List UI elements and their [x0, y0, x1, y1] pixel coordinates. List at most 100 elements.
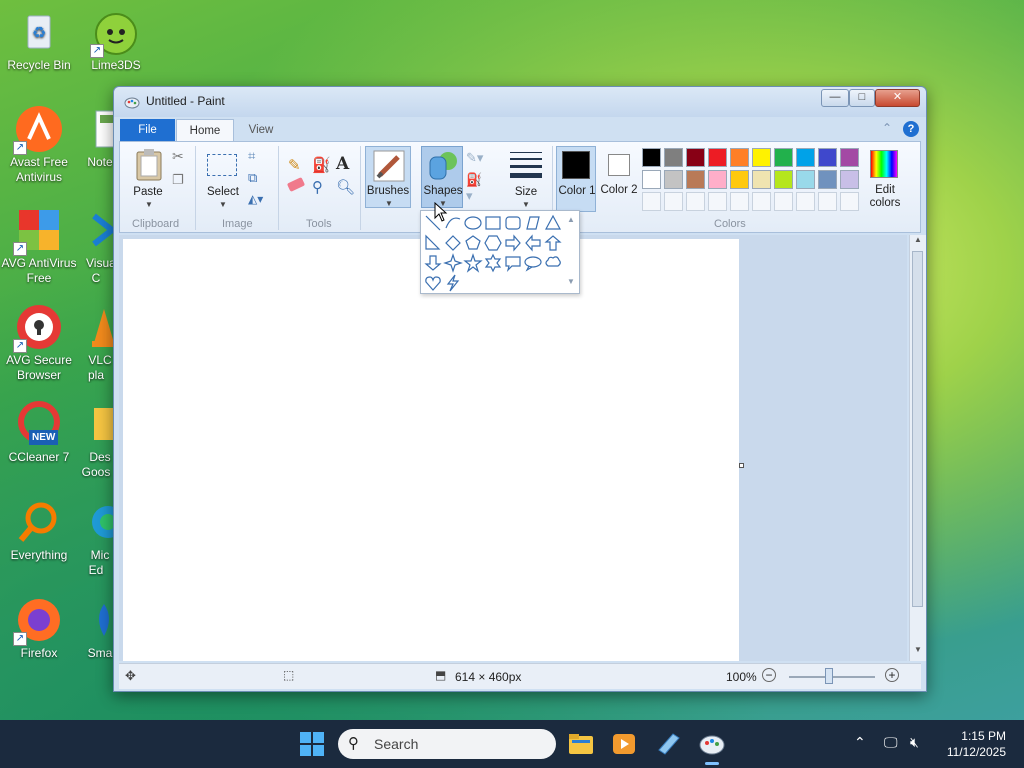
palette-color-swatch[interactable]	[818, 148, 837, 167]
title-bar[interactable]: Untitled - Paint — □ ✕	[114, 87, 926, 117]
palette-color-swatch[interactable]	[730, 170, 749, 189]
five-point-star-shape-icon[interactable]	[463, 253, 483, 273]
desktop-icon-avast[interactable]: ↗ Avast Free Antivirus	[1, 105, 77, 185]
left-arrow-shape-icon[interactable]	[523, 233, 543, 253]
palette-color-swatch[interactable]	[664, 170, 683, 189]
copy-icon[interactable]: ❐	[172, 172, 190, 190]
canvas-resize-handle[interactable]	[739, 463, 744, 468]
cloud-callout-shape-icon[interactable]	[543, 253, 563, 273]
resize-icon[interactable]: ⧉	[248, 170, 266, 188]
color1-button[interactable]: Color 1	[556, 146, 596, 212]
desktop-icon-avg-secure-browser[interactable]: ↗ AVG Secure Browser	[1, 303, 77, 383]
outline-icon[interactable]: ✎▾	[466, 150, 484, 168]
up-arrow-shape-icon[interactable]	[543, 233, 563, 253]
tab-file[interactable]: File	[120, 119, 175, 141]
palette-color-swatch[interactable]	[686, 148, 705, 167]
desktop-icon-recycle-bin[interactable]: ♻ Recycle Bin	[1, 8, 77, 73]
select-button[interactable]: Select ▼	[202, 146, 244, 209]
palette-custom-swatch[interactable]	[818, 192, 837, 211]
right-triangle-shape-icon[interactable]	[423, 233, 443, 253]
desktop-icon-avg-antivirus[interactable]: ↗ AVG AntiVirus Free	[1, 206, 77, 286]
palette-color-swatch[interactable]	[818, 170, 837, 189]
palette-color-swatch[interactable]	[840, 148, 859, 167]
palette-color-swatch[interactable]	[840, 170, 859, 189]
volume-muted-icon[interactable]: 🔇︎	[910, 734, 919, 751]
pentagon-shape-icon[interactable]	[463, 233, 483, 253]
palette-color-swatch[interactable]	[774, 170, 793, 189]
palette-color-swatch[interactable]	[708, 148, 727, 167]
desktop-icon-ccleaner[interactable]: NEW CCleaner 7	[1, 400, 77, 465]
fill-icon[interactable]: ⛽▾	[466, 172, 484, 203]
magnifier-icon[interactable]: 🔍︎	[336, 178, 355, 196]
zoom-out-button[interactable]: −	[762, 668, 776, 682]
palette-custom-swatch[interactable]	[686, 192, 705, 211]
zoom-in-button[interactable]: +	[885, 668, 899, 682]
palette-color-swatch[interactable]	[796, 148, 815, 167]
paste-button[interactable]: Paste ▼	[128, 146, 168, 209]
desktop-icon-lime3ds[interactable]: ↗ Lime3DS	[78, 8, 154, 73]
taskbar-search[interactable]: ⚲ Search	[338, 729, 556, 759]
scroll-up-arrow-icon[interactable]: ▲	[914, 235, 922, 244]
scroll-down-arrow-icon[interactable]: ▼	[914, 645, 922, 654]
palette-custom-swatch[interactable]	[840, 192, 859, 211]
start-button[interactable]	[298, 730, 326, 758]
polygon-shape-icon[interactable]	[523, 213, 543, 233]
brushes-button[interactable]: Brushes ▼	[365, 146, 411, 208]
palette-custom-swatch[interactable]	[642, 192, 661, 211]
right-arrow-shape-icon[interactable]	[503, 233, 523, 253]
palette-color-swatch[interactable]	[752, 170, 771, 189]
palette-color-swatch[interactable]	[664, 148, 683, 167]
color2-button[interactable]: Color 2	[600, 146, 638, 212]
palette-color-swatch[interactable]	[686, 170, 705, 189]
palette-color-swatch[interactable]	[752, 148, 771, 167]
desktop-icon-vlc[interactable]: VLC pla	[78, 303, 114, 383]
tab-home[interactable]: Home	[176, 119, 234, 141]
drawing-canvas[interactable]	[123, 239, 739, 661]
palette-custom-swatch[interactable]	[730, 192, 749, 211]
taskbar-clock[interactable]: 1:15 PM 11/12/2025	[947, 728, 1006, 760]
desktop-icon-notepad[interactable]: Note	[78, 105, 114, 170]
desktop-icon-smart[interactable]: Sma	[78, 596, 114, 661]
hexagon-shape-icon[interactable]	[483, 233, 503, 253]
heart-shape-icon[interactable]	[423, 273, 443, 293]
desktop-icon-microsoft-edge[interactable]: Mic Ed	[78, 498, 114, 578]
down-arrow-shape-icon[interactable]	[423, 253, 443, 273]
palette-color-swatch[interactable]	[708, 170, 727, 189]
text-tool-icon[interactable]: A	[336, 154, 354, 174]
tab-view[interactable]: View	[240, 119, 282, 141]
pencil-icon[interactable]: ✎	[288, 156, 306, 174]
shapes-button[interactable]: Shapes ▼	[421, 146, 463, 208]
rounded-rectangle-shape-icon[interactable]	[503, 213, 523, 233]
show-hidden-icons-icon[interactable]: ⌃	[854, 734, 866, 751]
desktop-icon-firefox[interactable]: ↗ Firefox	[1, 596, 77, 661]
palette-custom-swatch[interactable]	[664, 192, 683, 211]
palette-custom-swatch[interactable]	[708, 192, 727, 211]
palette-custom-swatch[interactable]	[796, 192, 815, 211]
four-point-star-shape-icon[interactable]	[443, 253, 463, 273]
palette-custom-swatch[interactable]	[774, 192, 793, 211]
desktop-icon-desktop-goose[interactable]: Des Goos	[78, 400, 114, 480]
minimize-button[interactable]: —	[821, 89, 849, 107]
rounded-callout-shape-icon[interactable]	[503, 253, 523, 273]
gallery-scroll-up-icon[interactable]: ▲	[567, 215, 575, 224]
oval-callout-shape-icon[interactable]	[523, 253, 543, 273]
size-button[interactable]: Size ▼	[504, 146, 548, 209]
taskbar-media-player[interactable]	[610, 730, 638, 758]
maximize-button[interactable]: □	[849, 89, 875, 107]
gallery-scroll-down-icon[interactable]: ▼	[567, 277, 575, 286]
edit-colors-button[interactable]: Edit colors	[864, 146, 906, 209]
network-icon[interactable]: 🖵	[884, 734, 898, 751]
help-button[interactable]: ?	[903, 121, 919, 137]
palette-color-swatch[interactable]	[730, 148, 749, 167]
eraser-icon[interactable]	[286, 177, 306, 192]
diamond-shape-icon[interactable]	[443, 233, 463, 253]
fill-bucket-icon[interactable]: ⛽	[312, 156, 331, 174]
rotate-icon[interactable]: ◭▾	[248, 192, 266, 210]
zoom-slider-thumb[interactable]	[825, 668, 833, 684]
close-button[interactable]: ✕	[875, 89, 920, 107]
taskbar-file-explorer[interactable]	[567, 730, 595, 758]
six-point-star-shape-icon[interactable]	[483, 253, 503, 273]
scroll-thumb[interactable]	[912, 251, 923, 607]
collapse-ribbon-icon[interactable]: ⌃	[882, 121, 892, 135]
desktop-icon-everything[interactable]: Everything	[1, 498, 77, 563]
